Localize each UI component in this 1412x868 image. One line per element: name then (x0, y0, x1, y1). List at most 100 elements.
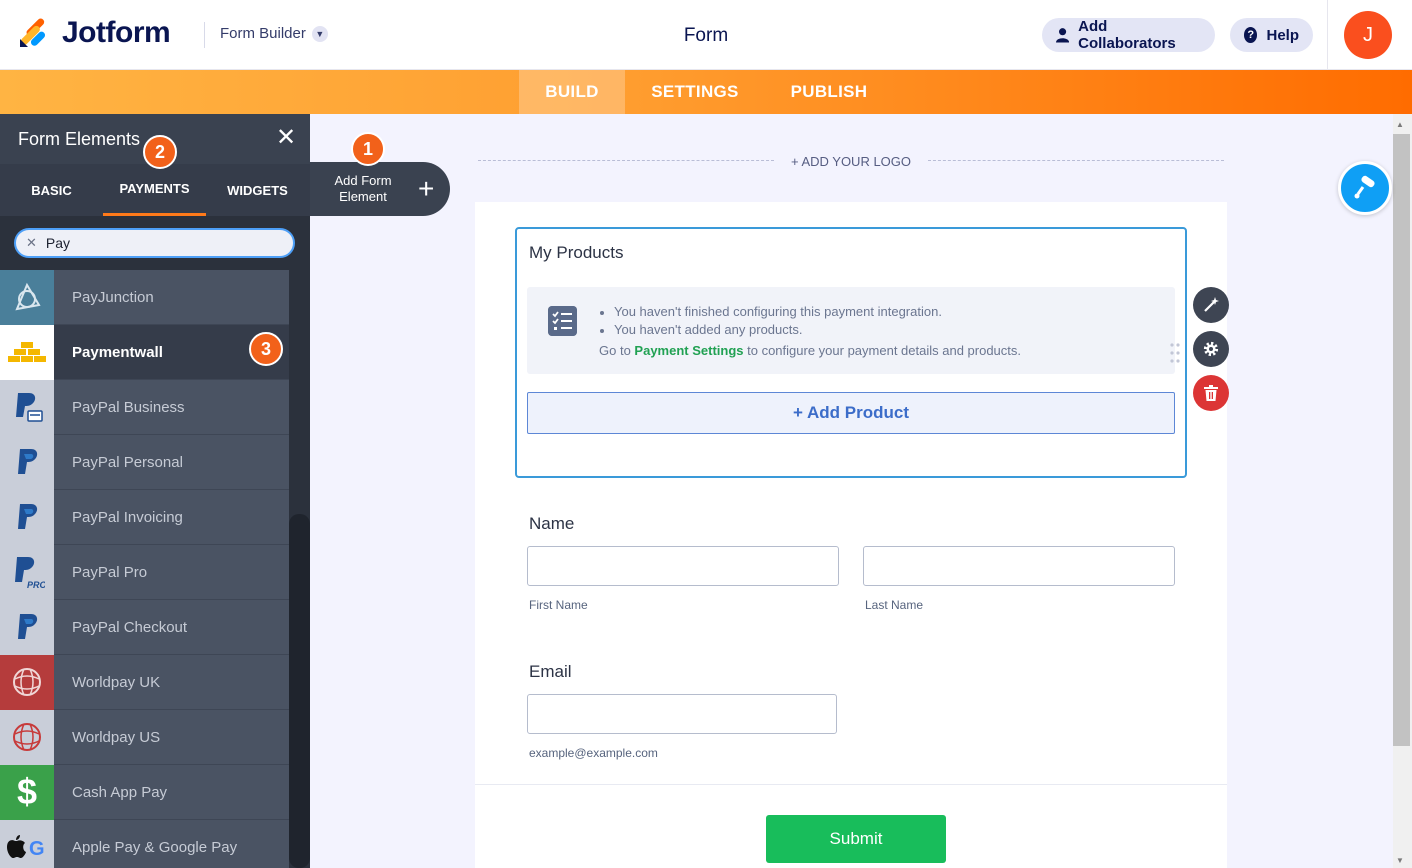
checklist-icon (548, 306, 577, 336)
tab-build[interactable]: BUILD (519, 70, 625, 114)
item-label: PayPal Pro (72, 563, 148, 581)
paypal-icon (0, 434, 54, 490)
list-item-apple-google-pay[interactable]: G Apple Pay & Google Pay (0, 819, 289, 868)
notice-line: You haven't finished configuring this pa… (600, 304, 942, 319)
item-label: Cash App Pay (72, 783, 168, 801)
item-label: Apple Pay & Google Pay (72, 838, 238, 856)
svg-text:PRO: PRO (27, 580, 45, 590)
apple-google-pay-icon: G (0, 819, 54, 868)
item-label: PayPal Invoicing (72, 508, 183, 526)
add-product-button[interactable]: + Add Product (527, 392, 1175, 434)
gear-icon (1203, 341, 1219, 357)
step-badge-3: 3 (249, 332, 283, 366)
page-scrollbar-thumb[interactable] (1393, 134, 1410, 746)
svg-text:G: G (29, 838, 45, 860)
clear-icon[interactable]: ✕ (26, 235, 37, 251)
paymentwall-icon (0, 324, 54, 380)
name-field-label: Name (529, 514, 575, 533)
list-item-paypal-pro[interactable]: PRO PayPal Pro (0, 544, 289, 600)
plus-icon: + (418, 173, 435, 204)
payjunction-icon (0, 270, 54, 325)
scroll-down-arrow-icon[interactable]: ▼ (1396, 856, 1404, 865)
item-label: Worldpay US (72, 728, 161, 746)
search-input[interactable] (45, 235, 266, 251)
worldpay-icon (0, 654, 54, 710)
last-name-sublabel: Last Name (865, 598, 924, 612)
search-area: ✕ (0, 216, 310, 270)
first-name-sublabel: First Name (529, 598, 588, 612)
form-elements-panel: Form Elements ✕ BASIC PAYMENTS WIDGETS ✕… (0, 114, 310, 868)
panel-tabs: BASIC PAYMENTS WIDGETS (0, 164, 310, 216)
add-collaborators-label: Add Collaborators (1078, 18, 1176, 52)
paypal-icon (0, 489, 54, 545)
builder-nav: BUILD SETTINGS PUBLISH (0, 70, 1412, 114)
magic-wand-icon (1204, 297, 1219, 312)
help-button[interactable]: ? Help (1230, 18, 1313, 52)
chevron-down-icon: ▼ (311, 25, 328, 42)
worldpay-icon (0, 709, 54, 765)
paypal-business-icon (0, 379, 54, 435)
jotform-logo[interactable]: Jotform (18, 16, 171, 50)
list-item-cash-app-pay[interactable]: $ Cash App Pay (0, 764, 289, 820)
list-item-paypal-checkout[interactable]: PayPal Checkout (0, 599, 289, 655)
add-form-element-label: Add Form Element (334, 173, 392, 204)
magic-wand-button[interactable] (1193, 287, 1229, 323)
email-sublabel: example@example.com (529, 746, 658, 760)
panel-scrollbar-thumb[interactable] (289, 514, 310, 868)
jotform-logo-icon (20, 18, 46, 47)
last-name-input[interactable] (863, 546, 1175, 586)
paypal-icon (0, 599, 54, 655)
logo-dashed-line (478, 160, 774, 161)
paint-roller-icon (1354, 175, 1375, 199)
header-divider (204, 22, 205, 48)
drag-handle-icon[interactable] (1170, 342, 1180, 364)
tab-widgets[interactable]: WIDGETS (206, 164, 309, 216)
submit-button[interactable]: Submit (766, 815, 946, 863)
notice-line: You haven't added any products. (600, 322, 802, 337)
payment-settings-link[interactable]: Payment Settings (634, 343, 743, 358)
properties-button[interactable] (1193, 331, 1229, 367)
header-divider-right (1327, 0, 1328, 70)
email-input[interactable] (527, 694, 837, 734)
item-label: PayPal Business (72, 398, 185, 416)
paypal-pro-icon: PRO (0, 544, 54, 600)
add-logo-link[interactable]: + ADD YOUR LOGO (778, 154, 924, 169)
tab-publish[interactable]: PUBLISH (776, 70, 882, 114)
list-item-paypal-personal[interactable]: PayPal Personal (0, 434, 289, 490)
cash-app-icon: $ (0, 764, 54, 820)
item-label: PayJunction (72, 288, 154, 306)
logo-text: Jotform (62, 16, 171, 49)
list-item-paypal-invoicing[interactable]: PayPal Invoicing (0, 489, 289, 545)
help-label: Help (1266, 26, 1299, 44)
item-label: Paymentwall (72, 343, 163, 361)
list-item-paypal-business[interactable]: PayPal Business (0, 379, 289, 435)
tab-basic[interactable]: BASIC (0, 164, 103, 216)
add-collaborators-button[interactable]: Add Collaborators (1042, 18, 1215, 52)
add-form-element-button[interactable]: Add Form Element + (310, 162, 450, 216)
delete-button[interactable] (1193, 375, 1229, 411)
logo-dashed-line (928, 160, 1224, 161)
form-designer-button[interactable] (1338, 161, 1392, 215)
step-badge-2: 2 (143, 135, 177, 169)
close-icon[interactable]: ✕ (274, 124, 298, 152)
email-field-label: Email (529, 662, 572, 681)
search-box: ✕ (14, 228, 295, 258)
user-icon (1056, 28, 1070, 43)
tab-settings[interactable]: SETTINGS (640, 70, 750, 114)
item-label: PayPal Checkout (72, 618, 188, 636)
tab-payments[interactable]: PAYMENTS (103, 164, 206, 216)
scroll-up-arrow-icon[interactable]: ▲ (1396, 120, 1404, 129)
trash-icon (1204, 385, 1218, 401)
list-item-paymentwall[interactable]: Paymentwall (0, 324, 289, 380)
list-item-worldpay-uk[interactable]: Worldpay UK (0, 654, 289, 710)
avatar[interactable]: J (1344, 11, 1392, 59)
notice-goto: Go to Payment Settings to configure your… (599, 343, 1022, 358)
first-name-input[interactable] (527, 546, 839, 586)
panel-title: Form Elements (18, 129, 141, 149)
step-badge-1: 1 (351, 132, 385, 166)
question-icon: ? (1244, 27, 1258, 43)
list-item-worldpay-us[interactable]: Worldpay US (0, 709, 289, 765)
list-item-payjunction[interactable]: PayJunction (0, 270, 289, 325)
form-builder-dropdown[interactable]: Form Builder ▼ (220, 25, 328, 42)
top-bar: Jotform Form Builder ▼ Form Add Collabor… (0, 0, 1412, 70)
